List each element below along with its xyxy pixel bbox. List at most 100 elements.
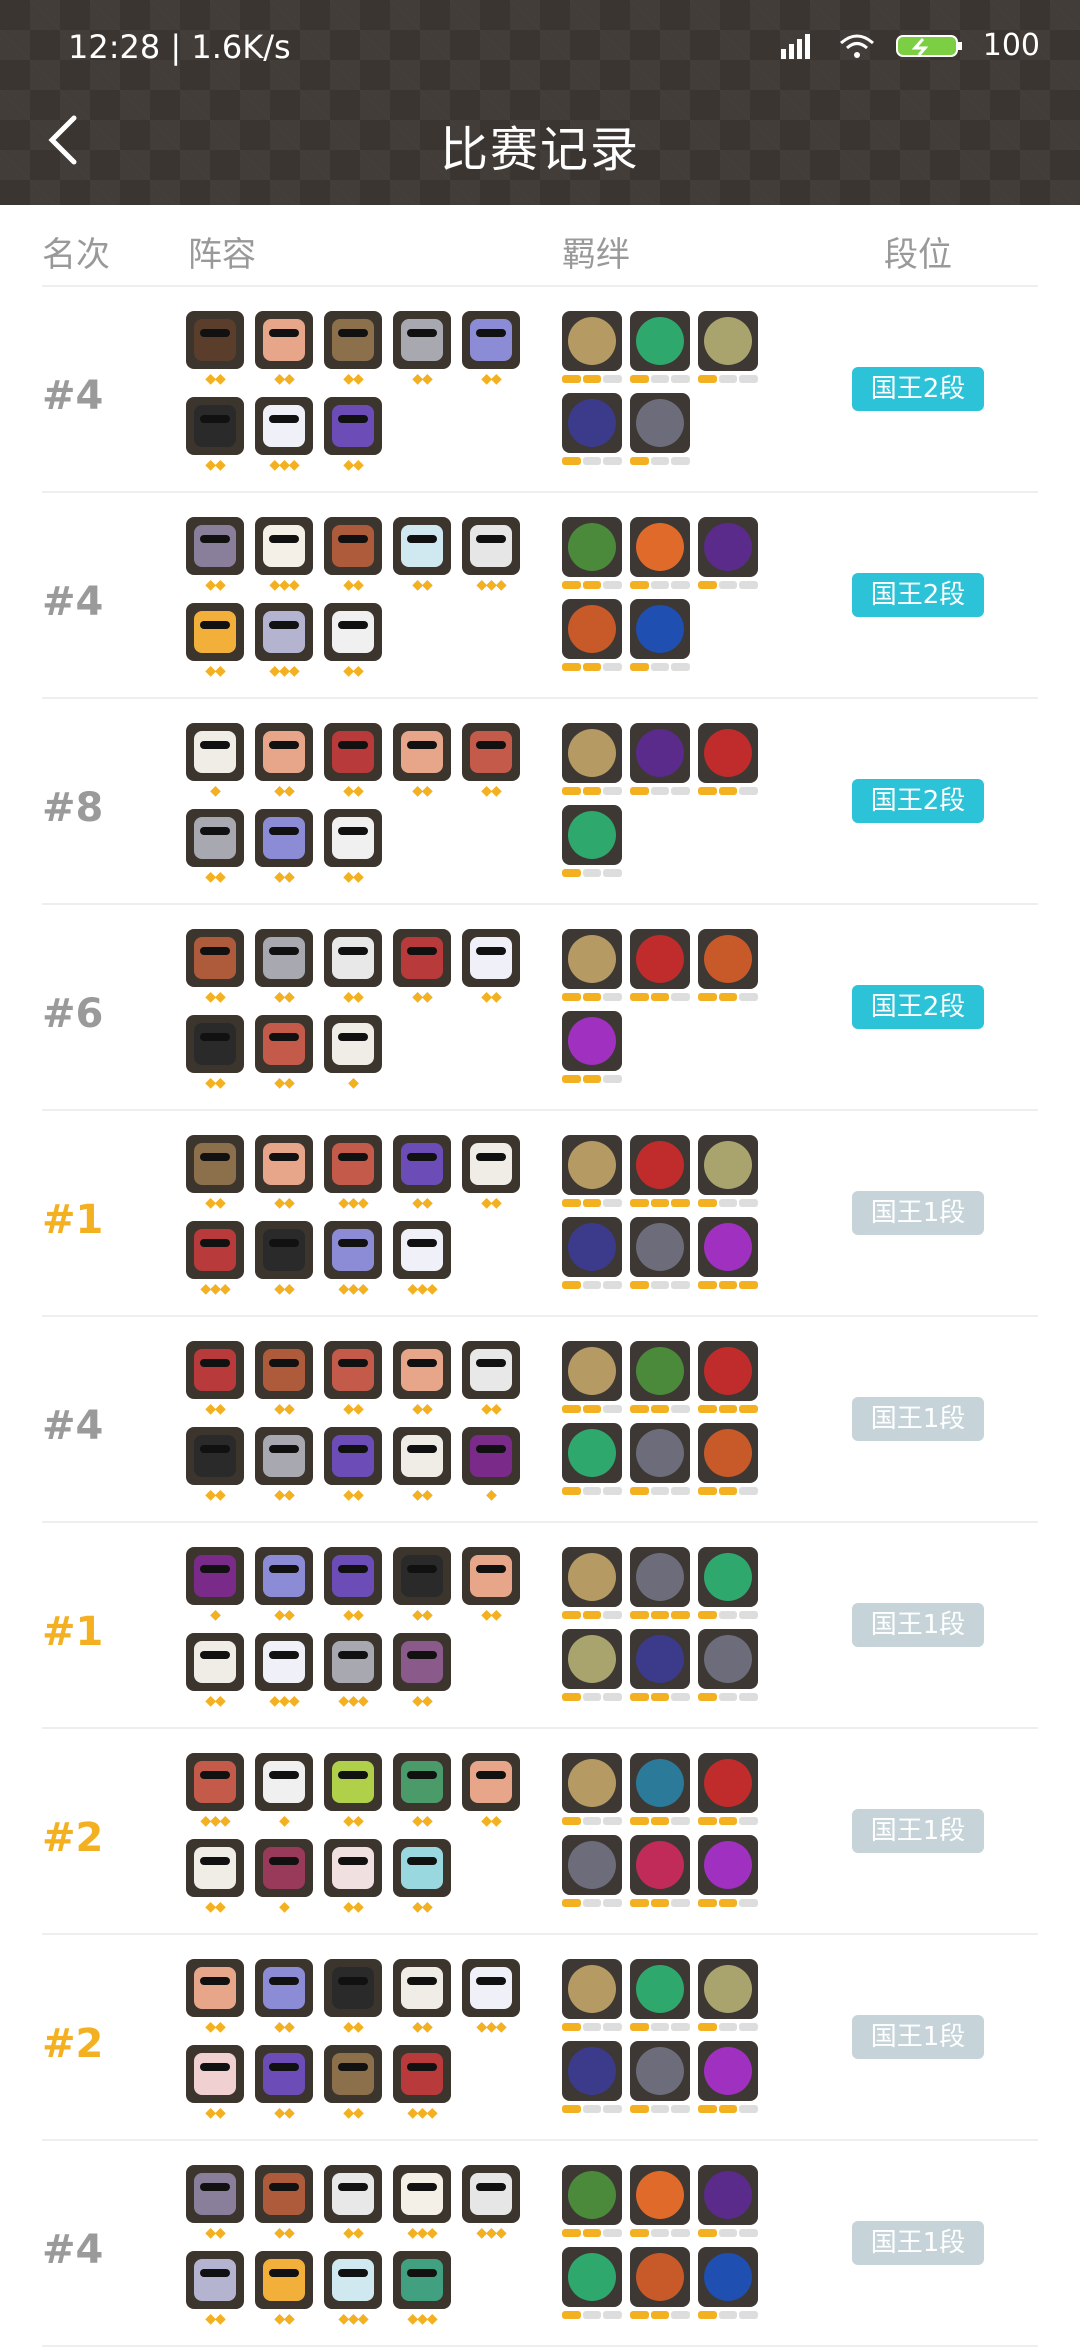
hero-icon[interactable] (186, 2251, 244, 2309)
trait-icon[interactable] (698, 311, 758, 371)
trait-icon[interactable] (698, 1341, 758, 1401)
hero-icon[interactable] (186, 1427, 244, 1485)
hero-icon[interactable] (186, 603, 244, 661)
hero-icon[interactable] (324, 1633, 382, 1691)
hero-icon[interactable] (393, 1427, 451, 1485)
trait-icon[interactable] (562, 929, 622, 989)
trait-icon[interactable] (562, 1835, 622, 1895)
hero-icon[interactable] (324, 1753, 382, 1811)
trait-icon[interactable] (630, 1217, 690, 1277)
hero-icon[interactable] (255, 1959, 313, 2017)
trait-icon[interactable] (698, 517, 758, 577)
trait-icon[interactable] (562, 2165, 622, 2225)
hero-icon[interactable] (462, 1135, 520, 1193)
match-row[interactable]: #8 ◆ ◆◆ ◆◆ ◆◆ ◆◆ ◆◆ ◆◆ ◆◆ 国王2段 (0, 699, 1080, 905)
match-row[interactable]: #4 ◆◆ ◆◆ ◆◆ ◆◆ ◆◆ ◆◆ ◆◆◆ ◆◆ 国王2段 (0, 287, 1080, 493)
trait-icon[interactable] (630, 393, 690, 453)
hero-icon[interactable] (255, 1427, 313, 1485)
trait-icon[interactable] (630, 1423, 690, 1483)
trait-icon[interactable] (698, 2247, 758, 2307)
hero-icon[interactable] (462, 1753, 520, 1811)
hero-icon[interactable] (186, 929, 244, 987)
trait-icon[interactable] (698, 929, 758, 989)
hero-icon[interactable] (255, 1633, 313, 1691)
trait-icon[interactable] (562, 2247, 622, 2307)
hero-icon[interactable] (186, 311, 244, 369)
match-row[interactable]: #4 ◆◆ ◆◆ ◆◆ ◆◆◆ ◆◆◆ ◆◆ ◆◆ ◆◆◆ ◆◆◆ 国王1段 (0, 2141, 1080, 2347)
hero-icon[interactable] (462, 1427, 520, 1485)
trait-icon[interactable] (562, 1547, 622, 1607)
hero-icon[interactable] (255, 1753, 313, 1811)
match-row[interactable]: #2 ◆◆ ◆◆ ◆◆ ◆◆ ◆◆◆ ◆◆ ◆◆ ◆◆ ◆◆◆ 国王1段 (0, 1935, 1080, 2141)
match-row[interactable]: #4 ◆◆ ◆◆◆ ◆◆ ◆◆ ◆◆◆ ◆◆ ◆◆◆ ◆◆ 国王2段 (0, 493, 1080, 699)
hero-icon[interactable] (255, 311, 313, 369)
hero-icon[interactable] (324, 2165, 382, 2223)
trait-icon[interactable] (698, 1423, 758, 1483)
hero-icon[interactable] (462, 1547, 520, 1605)
hero-icon[interactable] (186, 1341, 244, 1399)
hero-icon[interactable] (255, 2251, 313, 2309)
hero-icon[interactable] (393, 1839, 451, 1897)
hero-icon[interactable] (255, 2045, 313, 2103)
hero-icon[interactable] (462, 929, 520, 987)
trait-icon[interactable] (698, 723, 758, 783)
hero-icon[interactable] (255, 809, 313, 867)
hero-icon[interactable] (186, 1633, 244, 1691)
trait-icon[interactable] (698, 1135, 758, 1195)
hero-icon[interactable] (186, 1135, 244, 1193)
trait-icon[interactable] (630, 1341, 690, 1401)
trait-icon[interactable] (630, 2247, 690, 2307)
hero-icon[interactable] (324, 517, 382, 575)
hero-icon[interactable] (462, 2165, 520, 2223)
hero-icon[interactable] (186, 2045, 244, 2103)
trait-icon[interactable] (562, 805, 622, 865)
trait-icon[interactable] (630, 2041, 690, 2101)
trait-icon[interactable] (630, 1959, 690, 2019)
hero-icon[interactable] (255, 723, 313, 781)
hero-icon[interactable] (393, 311, 451, 369)
hero-icon[interactable] (186, 809, 244, 867)
trait-icon[interactable] (562, 723, 622, 783)
match-row[interactable]: #6 ◆◆ ◆◆ ◆◆ ◆◆ ◆◆ ◆◆ ◆◆ ◆ 国王2段 (0, 905, 1080, 1111)
match-row[interactable]: #4 ◆◆ ◆◆ ◆◆ ◆◆ ◆◆ ◆◆ ◆◆ ◆◆ ◆◆ ◆ 国王1段 (0, 1317, 1080, 1523)
hero-icon[interactable] (324, 1839, 382, 1897)
hero-icon[interactable] (186, 1753, 244, 1811)
trait-icon[interactable] (562, 1423, 622, 1483)
hero-icon[interactable] (393, 2251, 451, 2309)
hero-icon[interactable] (324, 1959, 382, 2017)
hero-icon[interactable] (393, 2045, 451, 2103)
trait-icon[interactable] (562, 393, 622, 453)
hero-icon[interactable] (255, 1547, 313, 1605)
trait-icon[interactable] (562, 2041, 622, 2101)
hero-icon[interactable] (186, 1959, 244, 2017)
hero-icon[interactable] (186, 397, 244, 455)
trait-icon[interactable] (562, 599, 622, 659)
hero-icon[interactable] (393, 517, 451, 575)
trait-icon[interactable] (630, 1835, 690, 1895)
hero-icon[interactable] (186, 2165, 244, 2223)
hero-icon[interactable] (186, 723, 244, 781)
hero-icon[interactable] (255, 1221, 313, 1279)
hero-icon[interactable] (255, 603, 313, 661)
trait-icon[interactable] (630, 517, 690, 577)
hero-icon[interactable] (255, 397, 313, 455)
match-row[interactable]: #1 ◆ ◆◆ ◆◆ ◆◆ ◆◆ ◆◆ ◆◆◆ ◆◆◆ ◆◆ 国王1段 (0, 1523, 1080, 1729)
trait-icon[interactable] (698, 1753, 758, 1813)
hero-icon[interactable] (324, 2045, 382, 2103)
trait-icon[interactable] (562, 1629, 622, 1689)
hero-icon[interactable] (462, 1341, 520, 1399)
trait-icon[interactable] (698, 1547, 758, 1607)
trait-icon[interactable] (698, 1217, 758, 1277)
trait-icon[interactable] (630, 1135, 690, 1195)
hero-icon[interactable] (324, 1427, 382, 1485)
trait-icon[interactable] (562, 1011, 622, 1071)
hero-icon[interactable] (186, 1839, 244, 1897)
hero-icon[interactable] (186, 517, 244, 575)
hero-icon[interactable] (393, 1959, 451, 2017)
trait-icon[interactable] (630, 1629, 690, 1689)
trait-icon[interactable] (698, 1835, 758, 1895)
hero-icon[interactable] (186, 1221, 244, 1279)
trait-icon[interactable] (630, 311, 690, 371)
hero-icon[interactable] (462, 723, 520, 781)
hero-icon[interactable] (462, 311, 520, 369)
